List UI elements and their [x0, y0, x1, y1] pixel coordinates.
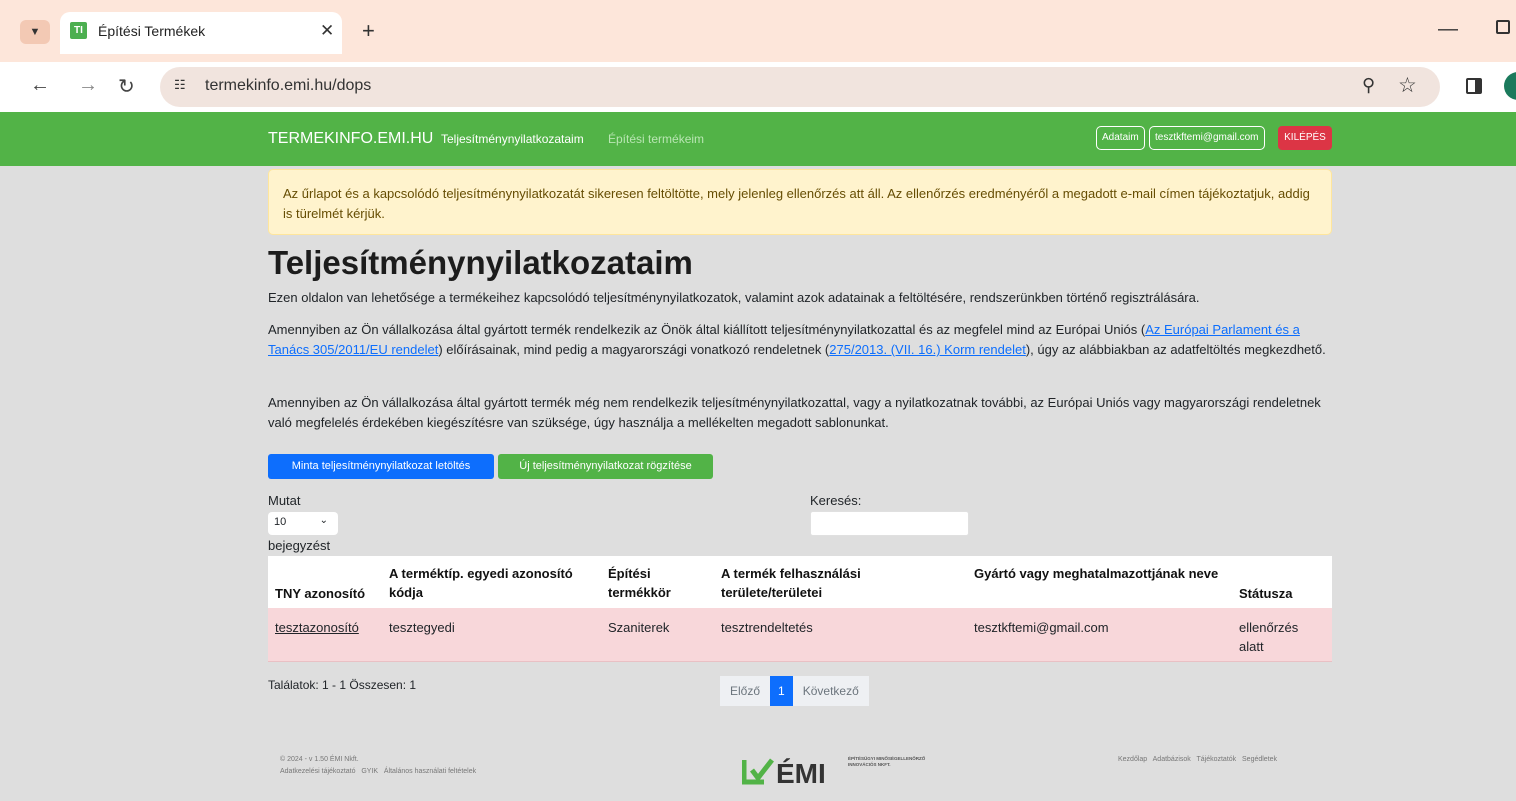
prev-page-button[interactable]: Előző — [720, 676, 771, 706]
upload-status-alert: Az űrlapot és a kapcsolódó teljesítményn… — [268, 169, 1332, 235]
search-label: Keresés: — [810, 493, 862, 508]
cell-product-area: Szaniterek — [608, 620, 670, 635]
declarations-table: TNY azonosító A terméktíp. egyedi azonos… — [268, 556, 1332, 662]
my-data-button[interactable]: Adataim — [1096, 126, 1145, 150]
next-page-button[interactable]: Következő — [792, 676, 869, 706]
new-declaration-button[interactable]: Új teljesítménynyilatkozat rögzítése — [498, 454, 713, 479]
close-icon[interactable]: ✕ — [320, 21, 334, 41]
browser-tab-bar: ▼ TI Építési Termékek ✕ + — — [0, 0, 1516, 62]
nav-link-products[interactable]: Építési termékeim — [608, 132, 704, 146]
legal-paragraph: Amennyiben az Ön vállalkozása által gyár… — [268, 320, 1338, 360]
th-product-area[interactable]: Építési termékkör — [608, 564, 698, 602]
legal-text-b: ) előírásainak, mind pedig a magyarorszá… — [438, 342, 830, 357]
search-input[interactable] — [810, 511, 969, 536]
back-icon[interactable]: ← — [30, 74, 50, 97]
page-size-value: 10 — [274, 516, 287, 528]
side-panel-icon[interactable] — [1466, 78, 1482, 94]
footer-copyright: © 2024 - v 1.50 ÉMI Nkft. — [280, 756, 359, 763]
address-bar-row: ← → ↻ ☷ termekinfo.emi.hu/dops ⚲ ☆ — [0, 62, 1516, 112]
plus-icon[interactable]: + — [362, 18, 375, 44]
cell-status: ellenőrzés alatt — [1239, 620, 1299, 654]
tab-search-chevron-down-icon[interactable]: ▼ — [20, 20, 50, 44]
reload-icon[interactable]: ↻ — [118, 74, 135, 99]
gov-decree-link[interactable]: 275/2013. (VII. 16.) Korm rendelet — [829, 342, 1026, 357]
show-label: Mutat — [268, 493, 301, 508]
site-brand[interactable]: TERMEKINFO.EMI.HU — [268, 130, 433, 148]
intro-text: Ezen oldalon van lehetősége a termékeihe… — [268, 290, 1200, 305]
footer-right-links[interactable]: Kezdőlap Adatbázisok Tájékoztatók Segédl… — [1118, 756, 1277, 763]
url-bar[interactable]: ☷ termekinfo.emi.hu/dops ⚲ ☆ — [160, 67, 1440, 107]
logout-button[interactable]: KILÉPÉS — [1278, 126, 1332, 150]
cell-manufacturer: tesztkftemi@gmail.com — [974, 620, 1109, 635]
th-usage-area[interactable]: A termék felhasználási területe/területe… — [721, 564, 921, 602]
cell-type-code: tesztegyedi — [389, 620, 455, 635]
restore-icon[interactable] — [1496, 20, 1510, 34]
results-summary: Találatok: 1 - 1 Összesen: 1 — [268, 678, 417, 692]
zoom-icon[interactable]: ⚲ — [1362, 75, 1375, 96]
page-size-select[interactable]: 10 ⌄ — [268, 512, 338, 535]
logo-subtitle: ÉPÍTÉSÜGYI MINŐSÉGELLENŐRZŐ INNOVÁCIÓS N… — [848, 756, 926, 767]
footer-left-links[interactable]: Adatkezelési tájékoztató GYIK Általános … — [280, 768, 476, 775]
download-template-button[interactable]: Minta teljesítménynyilatkozat letöltés — [268, 454, 494, 479]
chevron-down-icon: ⌄ — [319, 515, 328, 526]
table-row: tesztazonosító tesztegyedi Szaniterek te… — [268, 608, 1332, 662]
site-navbar: TERMEKINFO.EMI.HU Teljesítménynyilatkoza… — [0, 112, 1516, 166]
th-type-code[interactable]: A terméktíp. egyedi azonosító kódja — [389, 564, 599, 602]
logo-text: ÉMI — [776, 758, 826, 786]
table-header: TNY azonosító A terméktíp. egyedi azonos… — [268, 556, 1332, 608]
tab-favicon: TI — [70, 22, 87, 39]
tab-title: Építési Termékek — [98, 23, 206, 39]
entries-label: bejegyzést — [268, 538, 331, 553]
profile-icon[interactable] — [1504, 72, 1516, 100]
page-title: Teljesítménynyilatkozataim — [268, 244, 693, 281]
user-email-button[interactable]: tesztkftemi@gmail.com — [1149, 126, 1265, 150]
forward-icon[interactable]: → — [78, 74, 98, 97]
template-paragraph: Amennyiben az Ön vállalkozása által gyár… — [268, 395, 1321, 430]
th-manufacturer[interactable]: Gyártó vagy meghatalmazottjának neve — [974, 564, 1224, 583]
emi-logo: ÉMI — [742, 758, 826, 786]
star-icon[interactable]: ☆ — [1398, 73, 1417, 98]
site-info-icon[interactable]: ☷ — [174, 77, 192, 95]
legal-text-c: ), úgy az alábbiakban az adatfeltöltés m… — [1025, 342, 1326, 357]
legal-text-a: Amennyiben az Ön vállalkozása által gyár… — [268, 322, 1146, 337]
page-1-button[interactable]: 1 — [770, 676, 793, 706]
pagination: Előző 1 Következő — [720, 676, 869, 706]
cell-usage-area: tesztrendeltetés — [721, 620, 813, 635]
browser-tab[interactable]: TI Építési Termékek ✕ — [60, 12, 342, 54]
th-status[interactable]: Státusza — [1239, 584, 1329, 603]
tny-id-link[interactable]: tesztazonosító — [275, 618, 359, 637]
minimize-icon[interactable]: — — [1438, 18, 1458, 41]
url-text[interactable]: termekinfo.emi.hu/dops — [205, 77, 371, 95]
nav-link-declarations[interactable]: Teljesítménynyilatkozataim — [441, 132, 584, 146]
th-tny-id[interactable]: TNY azonosító — [275, 584, 385, 603]
